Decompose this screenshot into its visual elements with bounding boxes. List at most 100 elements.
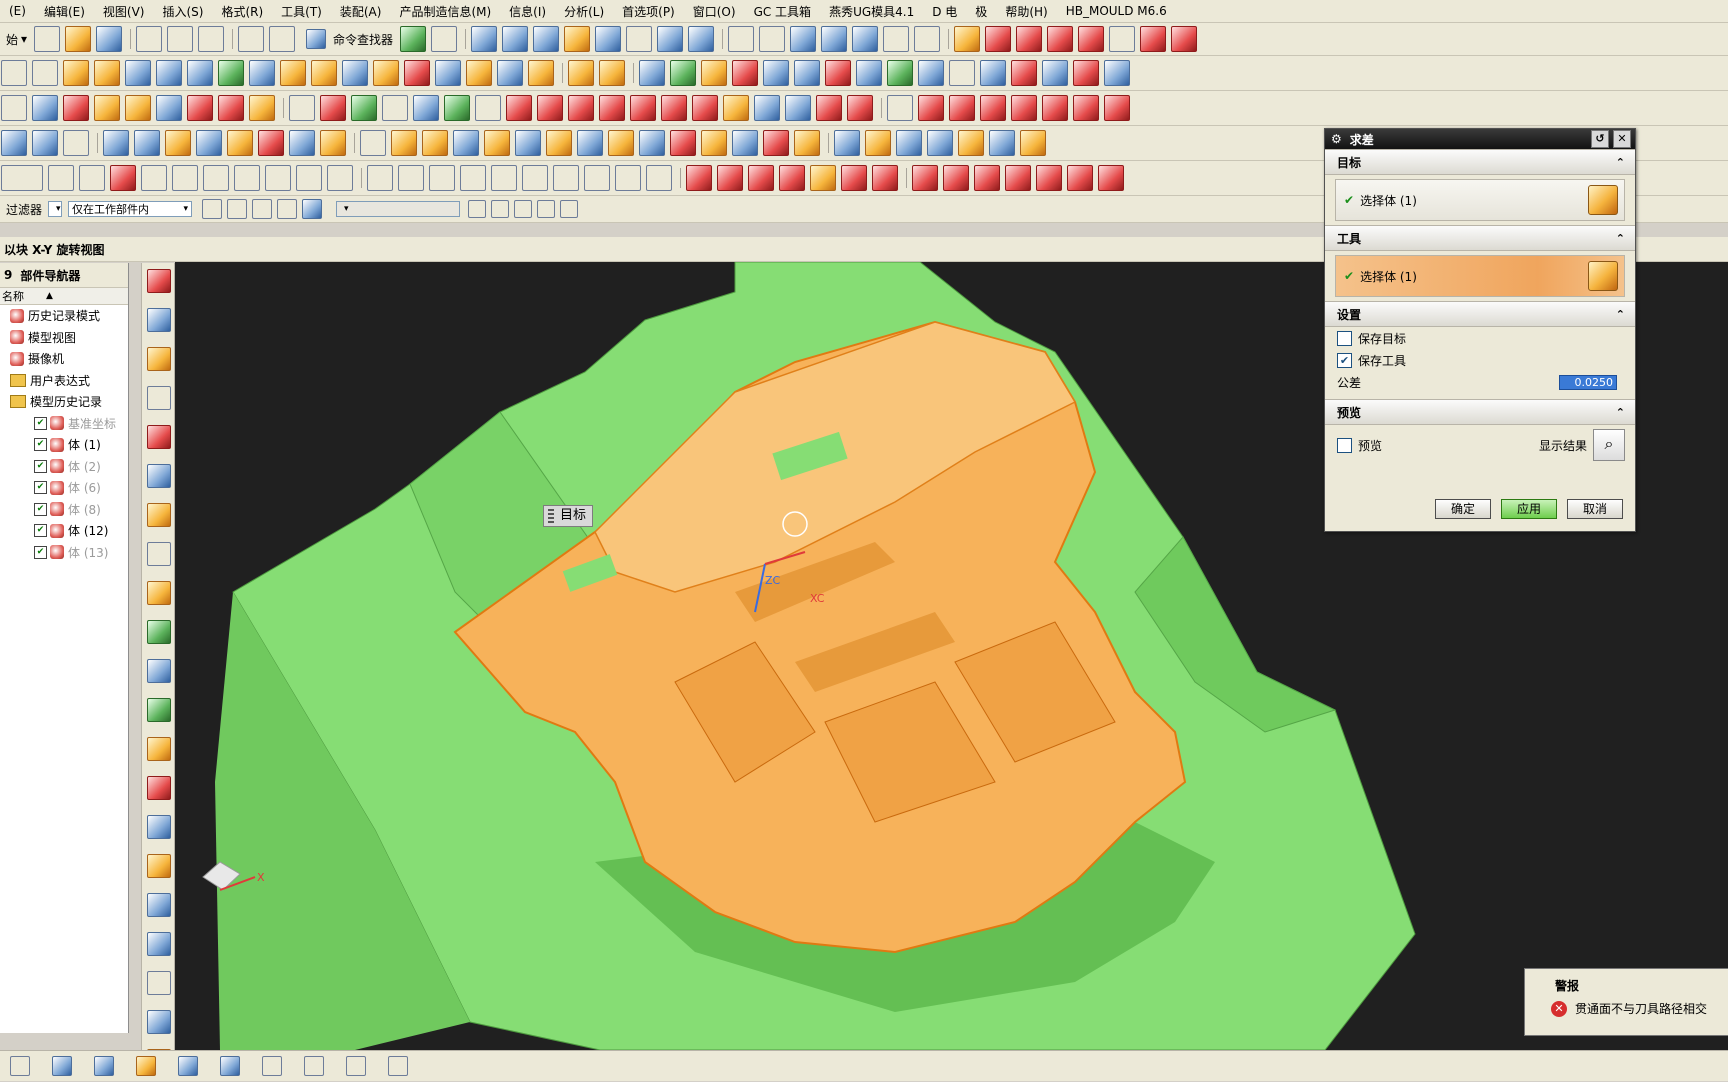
circle-sketch-icon[interactable]: [141, 165, 167, 191]
select-body-icon[interactable]: [1588, 185, 1618, 215]
swept-icon[interactable]: [187, 60, 213, 86]
align-icon[interactable]: [147, 1010, 171, 1034]
fillet-sketch-icon[interactable]: [172, 165, 198, 191]
flag-icon[interactable]: [147, 932, 171, 956]
finish-sketch-icon[interactable]: [1, 165, 43, 191]
preview-checkbox[interactable]: [1337, 437, 1352, 453]
visibility-checkbox[interactable]: ✔: [34, 481, 47, 495]
new-file-icon[interactable]: [34, 26, 61, 52]
page-icon[interactable]: [360, 130, 386, 156]
rectangle-sketch-icon[interactable]: [234, 165, 260, 191]
cavity-icon[interactable]: [686, 165, 712, 191]
workpiece-icon[interactable]: [196, 130, 222, 156]
preview-section-header[interactable]: 预览 ⌃: [1325, 399, 1635, 425]
save-icon[interactable]: [96, 26, 123, 52]
bounded-plane-icon[interactable]: [218, 60, 244, 86]
pin-icon[interactable]: [1073, 60, 1099, 86]
measure-icon[interactable]: [728, 26, 755, 52]
redo-icon[interactable]: [269, 26, 296, 52]
spline-icon[interactable]: [413, 95, 439, 121]
zoom-icon[interactable]: [346, 1056, 366, 1076]
dialog-title-bar[interactable]: ⚙ 求差 ↺ ✕: [1325, 129, 1635, 149]
combine-cavity-icon[interactable]: [1067, 165, 1093, 191]
arc-icon[interactable]: [1140, 26, 1167, 52]
select-all-icon[interactable]: [202, 199, 223, 219]
color-icon[interactable]: [639, 60, 665, 86]
polygon-icon[interactable]: [506, 95, 532, 121]
point-icon[interactable]: [444, 95, 470, 121]
box-icon[interactable]: [980, 60, 1006, 86]
layer-settings-icon[interactable]: [94, 1056, 114, 1076]
select-tool-icon[interactable]: [431, 26, 458, 52]
trim-sheet-icon[interactable]: [342, 60, 368, 86]
box-select-icon[interactable]: [277, 199, 298, 219]
offset-curve-icon[interactable]: [599, 95, 625, 121]
make-corner-sketch-icon[interactable]: [429, 165, 455, 191]
tree-node[interactable]: 摄像机: [0, 348, 128, 370]
replace-face-icon[interactable]: [435, 60, 461, 86]
pencil-icon[interactable]: [1, 95, 27, 121]
keep-target-checkbox[interactable]: [1337, 330, 1352, 346]
analysis-icon[interactable]: [759, 26, 786, 52]
trim-mold-icon[interactable]: [639, 130, 665, 156]
menu-item[interactable]: 燕秀UG模具4.1: [820, 3, 923, 20]
font-size-icon[interactable]: [388, 1056, 408, 1076]
tree-node[interactable]: 用户表达式: [0, 370, 128, 392]
block-icon[interactable]: [528, 60, 554, 86]
tree-node[interactable]: ✔ 体 (12): [0, 520, 128, 542]
wave-link-icon[interactable]: [732, 60, 758, 86]
quick-trim-icon[interactable]: [918, 95, 944, 121]
fit-view-icon[interactable]: [471, 26, 498, 52]
corner-icon[interactable]: [1171, 26, 1198, 52]
plate-icon[interactable]: [865, 130, 891, 156]
sub-insert-icon[interactable]: [484, 130, 510, 156]
visibility-checkbox[interactable]: ✔: [34, 545, 47, 559]
insert-icon[interactable]: [927, 130, 953, 156]
bom-icon[interactable]: [701, 130, 727, 156]
view-triad-icon[interactable]: [595, 26, 622, 52]
show-constraints-icon[interactable]: [522, 165, 548, 191]
solid-icon[interactable]: [147, 269, 171, 293]
emboss-icon[interactable]: [249, 95, 275, 121]
tree-node[interactable]: ✔ 体 (1): [0, 434, 128, 456]
dimension-sketch-icon[interactable]: [553, 165, 579, 191]
extend-sheet-icon[interactable]: [373, 60, 399, 86]
assembly-icon[interactable]: [568, 60, 594, 86]
mold-init-icon[interactable]: [103, 130, 129, 156]
patch-icon[interactable]: [280, 60, 306, 86]
snap-mid-icon[interactable]: [491, 200, 510, 218]
hd3d-icon[interactable]: [147, 464, 171, 488]
snap-intersection-icon[interactable]: [560, 200, 579, 218]
frame-icon[interactable]: [918, 60, 944, 86]
process-studio-icon[interactable]: [147, 620, 171, 644]
layout-icon[interactable]: [949, 60, 975, 86]
menu-item[interactable]: (E): [0, 4, 35, 18]
sprue-icon[interactable]: [1020, 130, 1046, 156]
orient-view-icon[interactable]: [502, 26, 529, 52]
history-icon[interactable]: [147, 542, 171, 566]
navigator-column-header[interactable]: 名称 ▲: [0, 288, 128, 305]
split-curve-icon[interactable]: [1011, 95, 1037, 121]
tree-node[interactable]: 历史记录模式: [0, 305, 128, 327]
target-select-body[interactable]: ✔ 选择体 (1): [1335, 179, 1625, 221]
screw-icon[interactable]: [958, 130, 984, 156]
mesh-surface-icon[interactable]: [156, 60, 182, 86]
menu-item[interactable]: D 电: [923, 3, 966, 20]
blend-icon[interactable]: [32, 95, 58, 121]
menu-item[interactable]: 插入(S): [153, 3, 212, 20]
manufacturing-wizard-icon[interactable]: [147, 659, 171, 683]
cast-process-icon[interactable]: [763, 130, 789, 156]
bar-icon[interactable]: [896, 130, 922, 156]
deselect-icon[interactable]: [227, 199, 248, 219]
tool-select-body[interactable]: ✔ 选择体 (1): [1335, 255, 1625, 297]
convert-reference-icon[interactable]: [615, 165, 641, 191]
snap-end-icon[interactable]: [468, 200, 487, 218]
point-sketch-icon[interactable]: [296, 165, 322, 191]
ruler-icon[interactable]: [883, 26, 910, 52]
make-corner-icon[interactable]: [980, 95, 1006, 121]
keep-target-option[interactable]: 保存目标: [1325, 327, 1635, 349]
shading-icon[interactable]: [302, 199, 323, 219]
menu-item[interactable]: 帮助(H): [996, 3, 1056, 20]
silhouette-icon[interactable]: [816, 95, 842, 121]
cancel-button[interactable]: 取消: [1567, 499, 1623, 519]
